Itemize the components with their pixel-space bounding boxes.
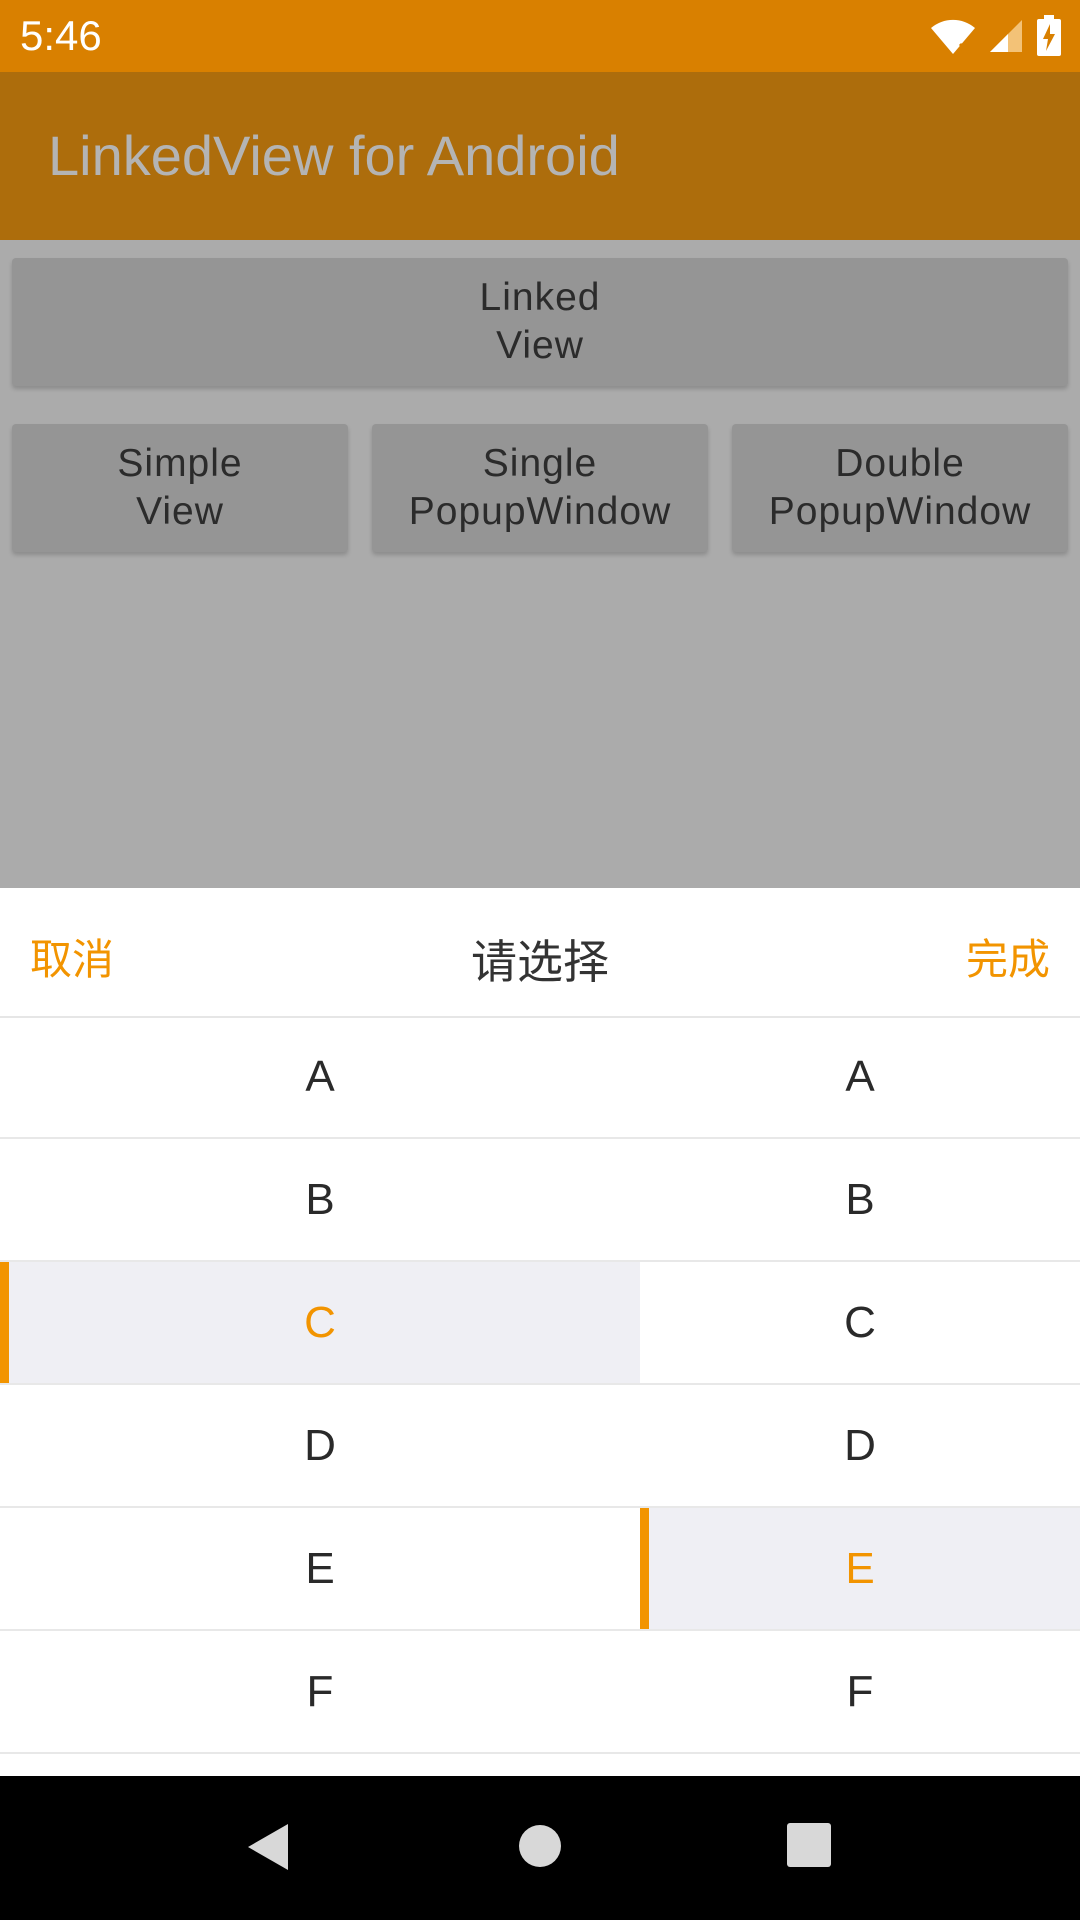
- linked-view-button[interactable]: Linked View: [12, 258, 1068, 386]
- left-list-item[interactable]: E: [0, 1508, 640, 1631]
- status-icons: [930, 12, 1062, 60]
- left-list-item[interactable]: F: [0, 1631, 640, 1754]
- wifi-icon: [930, 16, 976, 56]
- single-popupwindow-button[interactable]: Single PopupWindow: [372, 424, 708, 552]
- simple-view-button[interactable]: Simple View: [12, 424, 348, 552]
- done-button[interactable]: 完成: [966, 926, 1050, 987]
- status-time: 5:46: [20, 12, 102, 59]
- battery-charging-icon: [1036, 15, 1062, 57]
- status-bar: 5:46: [0, 0, 1080, 72]
- picker-header: 请选择 取消 完成: [0, 888, 1080, 1018]
- app-bar: LinkedView for Android: [0, 72, 1080, 240]
- app-title: LinkedView for Android: [48, 124, 620, 187]
- left-list: A B C D E F: [0, 1016, 640, 1754]
- left-list-item[interactable]: A: [0, 1016, 640, 1139]
- cancel-button[interactable]: 取消: [30, 926, 114, 987]
- picker-sheet: 请选择 取消 完成 A B C D E F A B C D E F: [0, 888, 1080, 1776]
- right-list-item[interactable]: B: [640, 1139, 1080, 1262]
- left-list-item[interactable]: B: [0, 1139, 640, 1262]
- double-popupwindow-button[interactable]: Double PopupWindow: [732, 424, 1068, 552]
- right-list-item[interactable]: C: [640, 1262, 1080, 1385]
- picker-title: 请选择: [471, 936, 609, 988]
- right-list-item[interactable]: F: [640, 1631, 1080, 1754]
- left-list-item[interactable]: D: [0, 1385, 640, 1508]
- signal-icon: [988, 18, 1024, 54]
- navigation-bar: [0, 1776, 1080, 1920]
- right-list-item[interactable]: A: [640, 1016, 1080, 1139]
- back-icon[interactable]: [244, 1822, 294, 1877]
- right-list-item-selected[interactable]: E: [640, 1508, 1080, 1631]
- left-list-item-selected[interactable]: C: [0, 1262, 640, 1385]
- right-list: A B C D E F: [640, 1016, 1080, 1754]
- recent-apps-icon[interactable]: [786, 1822, 832, 1873]
- home-icon[interactable]: [516, 1822, 564, 1875]
- right-list-item[interactable]: D: [640, 1385, 1080, 1508]
